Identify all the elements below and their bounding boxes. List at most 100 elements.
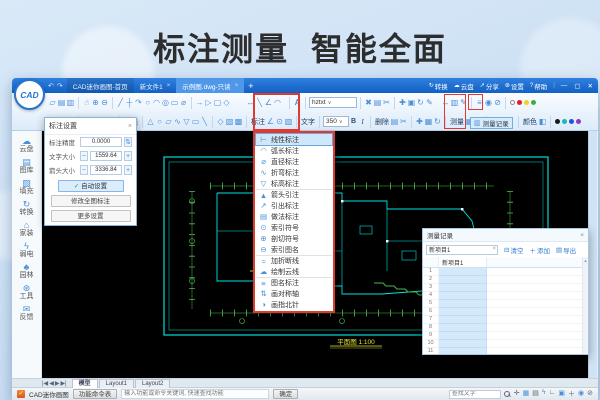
table-row[interactable]: 10 — [423, 340, 588, 348]
modify-all-button[interactable]: 修改全图标注 — [50, 195, 131, 207]
sidebar-item[interactable]: ⊛ 工具 — [20, 283, 34, 301]
clear-input-icon[interactable]: × — [492, 246, 496, 252]
sidebar-item[interactable]: ▨ 填充 — [20, 178, 34, 196]
command-list-button[interactable]: 功能命令表 — [72, 389, 118, 399]
layout-nav-icon[interactable]: ▶| — [60, 380, 66, 387]
diameter-icon[interactable]: ⌀ — [179, 98, 188, 107]
layers-icon[interactable]: ≡ — [475, 98, 484, 107]
eraser-icon[interactable]: ⊘ — [493, 98, 502, 107]
polyline-icon[interactable]: ┼ — [125, 98, 134, 107]
more-settings-button[interactable]: 更多设置 — [50, 210, 131, 222]
table-cell[interactable] — [439, 324, 487, 332]
menu-item[interactable]: ∿ 折弯标注 — [256, 167, 332, 178]
tab-new-file[interactable]: 新文件1 × — [134, 78, 177, 93]
angle-dim-icon[interactable]: ∠ — [266, 117, 275, 126]
table-row[interactable]: 4 — [423, 292, 588, 300]
image-icon[interactable]: ▩ — [234, 117, 243, 126]
tab-home[interactable]: CAD迷你画图-首页 — [66, 78, 134, 93]
layout-nav-icon[interactable]: ▶ — [55, 380, 60, 387]
color-swatch[interactable] — [517, 100, 522, 105]
scrollbar[interactable]: ▲ — [582, 257, 588, 354]
table-row[interactable]: 6 — [423, 308, 588, 316]
arc-icon[interactable]: ◠ — [152, 98, 161, 107]
increase-button[interactable]: + — [124, 151, 132, 161]
table-row[interactable]: 8 — [423, 324, 588, 332]
tab-close-icon[interactable]: × — [235, 83, 239, 89]
measure-tool-icon[interactable]: ↔ — [441, 98, 450, 107]
pencil-icon[interactable]: ✎ — [459, 98, 468, 107]
table-cell[interactable] — [439, 332, 487, 340]
table-row[interactable]: 5 — [423, 300, 588, 308]
font-size-select[interactable]: 350 ∨ — [323, 116, 349, 127]
color-label[interactable]: 颜色 — [522, 117, 538, 127]
status-icon[interactable]: ✛ — [514, 389, 520, 399]
back-icon[interactable]: ↶ — [48, 82, 54, 90]
dimension-label[interactable]: 标注 — [250, 117, 266, 127]
export-button[interactable]: ▤ 导出 — [556, 245, 576, 255]
close-button[interactable]: ✕ — [588, 82, 593, 90]
arc-dim-icon[interactable]: ◠ — [273, 98, 282, 107]
column-header[interactable]: 新项目1 — [439, 257, 487, 267]
save-as-icon[interactable]: ▥ — [66, 98, 75, 107]
delete-label[interactable]: 删除 — [374, 117, 390, 127]
table-cell[interactable] — [439, 284, 487, 292]
add-button[interactable]: ＋添加 — [529, 245, 550, 255]
status-icon[interactable]: ⊘ — [587, 389, 593, 399]
color-swatch[interactable] — [576, 119, 581, 124]
status-icon[interactable]: ▦ — [523, 389, 530, 399]
cut-icon[interactable]: ✂ — [382, 98, 391, 107]
menu-item[interactable]: ⊖ 索引图名 — [256, 244, 332, 255]
sidebar-item[interactable]: ↻ 转换 — [20, 199, 34, 217]
status-icon[interactable]: ◉ — [578, 389, 584, 399]
box-icon[interactable]: ▢ — [213, 98, 222, 107]
command-input[interactable] — [121, 389, 270, 399]
sidebar-item[interactable]: ☁ 云盘 — [20, 136, 34, 154]
parallelogram-icon[interactable]: ▱ — [164, 117, 173, 126]
table-cell[interactable] — [439, 268, 487, 276]
menu-item[interactable]: ▲ 箭头引注 — [256, 189, 332, 200]
project-name-input[interactable] — [426, 244, 498, 255]
color-swatch[interactable] — [510, 100, 515, 105]
area-dim-icon[interactable]: ▨ — [284, 117, 293, 126]
linear-dim-icon[interactable]: ↔ — [246, 98, 255, 107]
sidebar-item[interactable]: ϟ 弱电 — [20, 241, 34, 259]
table-row[interactable]: 3 — [423, 284, 588, 292]
scroll-up-icon[interactable]: ▲ — [584, 258, 588, 263]
new-tab-button[interactable]: + — [248, 81, 253, 91]
table-cell[interactable] — [439, 316, 487, 324]
table-row[interactable]: 7 — [423, 316, 588, 324]
decrease-button[interactable]: − — [80, 165, 88, 175]
menu-item[interactable]: ▽ 标高标注 — [256, 178, 332, 189]
rect-icon[interactable]: ▭ — [191, 117, 200, 126]
sidebar-item[interactable]: ▤ 图库 — [20, 157, 34, 175]
aligned-dim-icon[interactable]: ╲ — [255, 98, 264, 107]
zoom-out-icon[interactable]: ⊖ — [100, 98, 109, 107]
status-icon[interactable]: ＋ — [568, 389, 575, 399]
save-icon[interactable]: ▤ — [57, 98, 66, 107]
color-swatch[interactable] — [569, 119, 574, 124]
menu-item[interactable]: ⌀ 直径标注 — [256, 156, 332, 167]
menu-item[interactable]: ↗ 引出标注 — [256, 200, 332, 211]
table-cell[interactable] — [439, 292, 487, 300]
status-icon[interactable]: ∟ — [549, 389, 556, 399]
grid-icon[interactable]: ▦ — [424, 117, 433, 126]
triangle-icon[interactable]: △ — [146, 117, 155, 126]
delete-icon[interactable]: ✖ — [364, 98, 373, 107]
diamond-icon[interactable]: ◇ — [222, 98, 231, 107]
plus-icon[interactable]: ✚ — [415, 117, 424, 126]
pan-hand-icon[interactable]: ☝ — [82, 98, 91, 107]
spinner-icon[interactable]: ⇅ — [124, 137, 132, 147]
close-icon[interactable]: × — [580, 232, 584, 239]
clipboard-icon[interactable]: ▤ — [390, 117, 399, 126]
tab-close-icon[interactable]: × — [167, 83, 171, 89]
menu-item[interactable]: ⇅ 画对称轴 — [256, 288, 332, 299]
increase-button[interactable]: + — [124, 165, 132, 175]
layout-nav-icon[interactable]: |◀ — [42, 380, 48, 387]
precision-select[interactable]: 0.0000 — [80, 137, 122, 147]
text-label[interactable]: 文字 — [300, 117, 316, 127]
move-icon[interactable]: → — [195, 98, 204, 107]
table-cell[interactable] — [439, 276, 487, 284]
find-text-input[interactable] — [448, 389, 501, 399]
arrow-size-value[interactable]: 3336.84 — [90, 165, 122, 175]
close-icon[interactable]: × — [128, 123, 132, 130]
